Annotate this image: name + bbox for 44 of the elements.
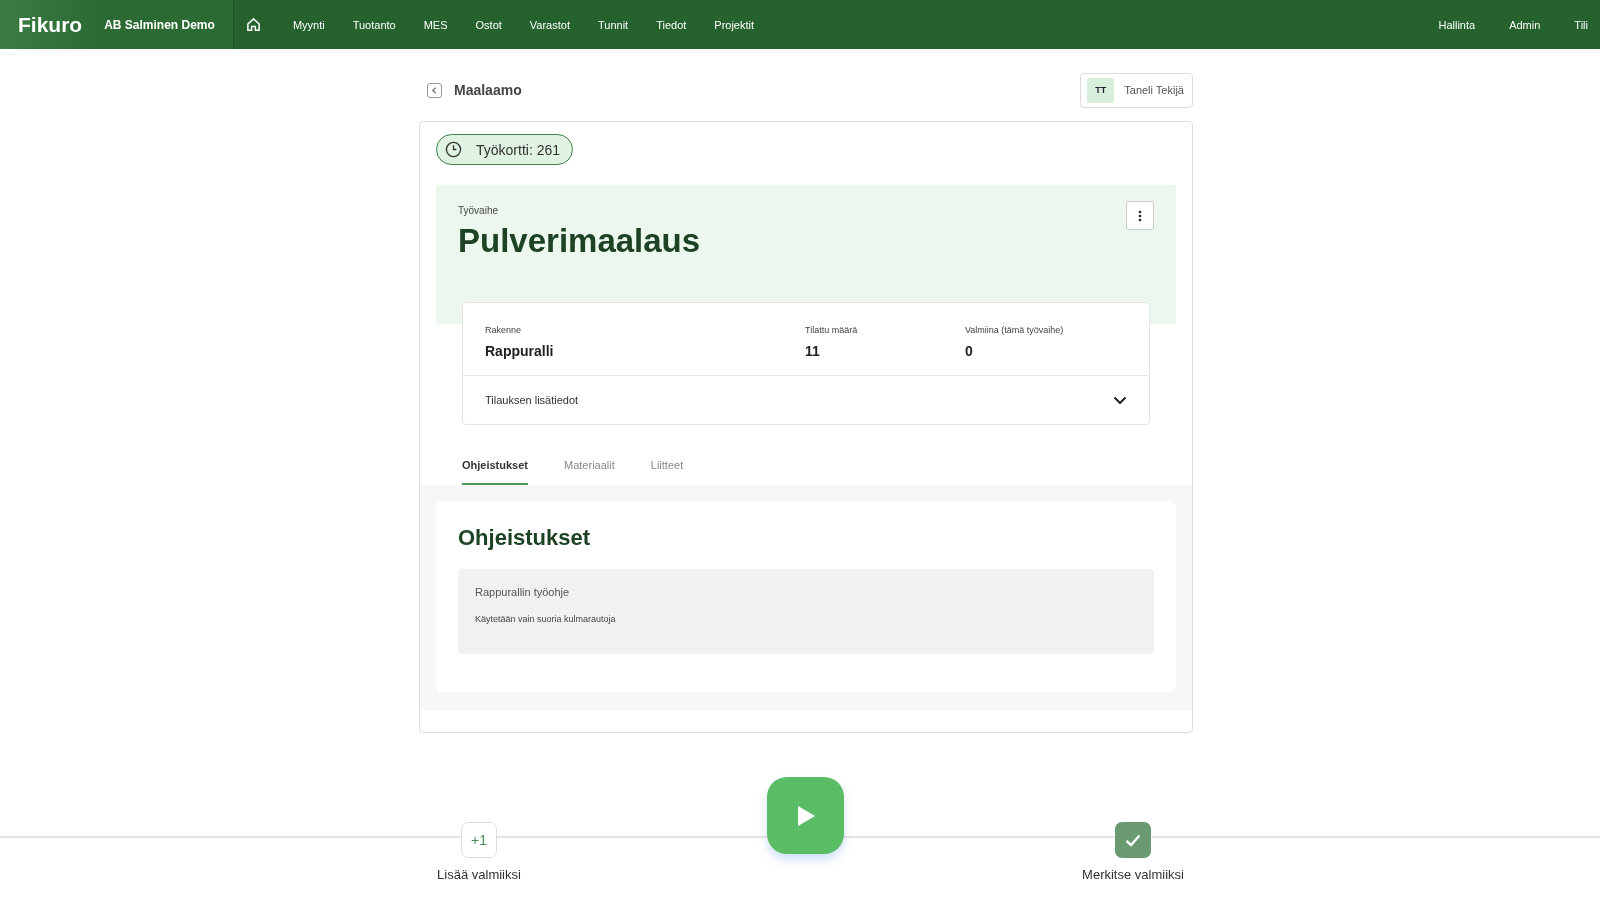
- nav-link[interactable]: Varastot: [529, 18, 570, 31]
- field-label: Tilattu määrä: [805, 325, 859, 335]
- add-one-button[interactable]: +1: [461, 822, 497, 858]
- nav-link[interactable]: MES: [423, 18, 448, 31]
- checkmark-icon: [1125, 833, 1141, 847]
- nav-link[interactable]: Myynti: [292, 18, 325, 31]
- nav-link[interactable]: Ostot: [475, 18, 502, 31]
- chevron-icon: [1113, 395, 1127, 405]
- play-button[interactable]: [767, 777, 844, 854]
- back-button[interactable]: [427, 82, 442, 98]
- tab[interactable]: Materiaalit: [564, 459, 615, 485]
- nav-link[interactable]: Tiedot: [656, 18, 687, 31]
- note-text: Käytetään vain suoria kulmarautoja: [475, 614, 617, 624]
- field-value: 0: [965, 343, 974, 359]
- app-logo[interactable]: Fikuro: [0, 0, 101, 49]
- section-title: Ohjeistukset: [458, 525, 592, 551]
- field-value: Rappuralli: [485, 343, 555, 359]
- kebab-menu-icon: [1138, 209, 1142, 222]
- phase-name: Pulverimaalaus: [458, 222, 701, 260]
- phase-label: Työvaihe: [458, 205, 499, 216]
- add-label: Lisää valmiiksi: [437, 867, 521, 882]
- nav-link[interactable]: Tili: [1574, 18, 1588, 31]
- nav-link[interactable]: Tuotanto: [352, 18, 396, 31]
- badge-text: Työkortti: 261: [476, 141, 561, 158]
- field-label: Valmiina (tämä työvaihe): [965, 325, 1064, 335]
- field-value: 11: [805, 343, 821, 359]
- home-icon[interactable]: [245, 17, 261, 32]
- play-icon: [795, 804, 816, 827]
- page-title: Maalaamo: [454, 82, 522, 98]
- complete-label: Merkitse valmiiksi: [1082, 867, 1184, 882]
- user-avatar: TT: [1087, 77, 1115, 103]
- user-chip[interactable]: TT Taneli Tekijä: [1080, 72, 1193, 108]
- field-label: Rakenne: [485, 325, 523, 335]
- complete-button[interactable]: [1115, 822, 1151, 858]
- company-name: AB Salminen Demo: [100, 0, 234, 49]
- nav-link[interactable]: Tunnit: [597, 18, 629, 31]
- chevron-left-icon: [430, 85, 439, 95]
- tab[interactable]: Liitteet: [650, 459, 684, 485]
- clock-icon: [445, 141, 462, 158]
- nav-link[interactable]: Admin: [1509, 18, 1541, 31]
- nav-link[interactable]: Projektit: [714, 18, 755, 31]
- note-title: Rappurallin työohje: [475, 586, 571, 598]
- nav-link[interactable]: Hallinta: [1438, 18, 1476, 31]
- details-toggle[interactable]: Tilauksen lisätiedot: [463, 376, 1149, 424]
